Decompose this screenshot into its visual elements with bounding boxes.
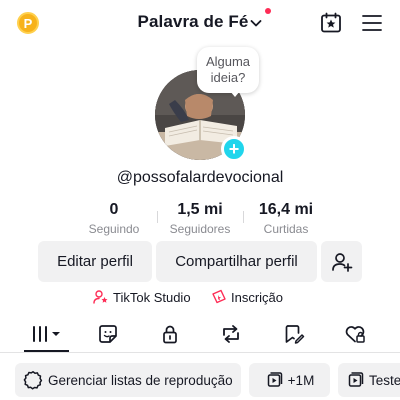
- subscription-ticket-icon: [212, 289, 226, 304]
- stat-followers-value: 1,5 mi: [177, 201, 223, 218]
- tiktok-studio-link[interactable]: TikTok Studio: [93, 289, 191, 305]
- chevron-down-icon: [251, 20, 262, 27]
- subscription-label: Inscrição: [231, 289, 284, 305]
- manage-playlists-label: Gerenciar listas de reprodução: [48, 372, 233, 388]
- tab-videos[interactable]: [28, 322, 66, 346]
- stickers-icon: [99, 325, 117, 343]
- lock-icon: [163, 325, 177, 344]
- notification-dot: [265, 8, 271, 14]
- stat-following-label: Seguindo: [88, 222, 140, 236]
- stat-divider: [243, 211, 244, 223]
- tabs-divider: [0, 352, 400, 353]
- tab-reposts[interactable]: [219, 322, 243, 346]
- tab-stickers[interactable]: [96, 322, 120, 346]
- stat-likes[interactable]: 16,4 mi Curtidas: [248, 201, 324, 236]
- bubble-tail: [230, 91, 240, 97]
- bubble-text-line-1: Alguma: [205, 54, 251, 69]
- tab-liked[interactable]: [343, 322, 367, 346]
- views-playlist-chip[interactable]: +1M: [249, 363, 330, 397]
- tab-saved[interactable]: [282, 322, 306, 346]
- videos-grid-icon: [33, 326, 60, 342]
- page-title: Palavra de Fé: [137, 12, 249, 31]
- add-friend-button[interactable]: [321, 241, 362, 282]
- studio-person-star-icon: [93, 290, 108, 304]
- test-playlist-chip[interactable]: Teste: [338, 363, 400, 397]
- menu-icon[interactable]: [362, 14, 382, 32]
- tab-private[interactable]: [158, 322, 182, 346]
- add-person-icon: [331, 252, 352, 272]
- stat-followers[interactable]: 1,5 mi Seguidores: [160, 201, 240, 236]
- manage-playlists-button[interactable]: Gerenciar listas de reprodução: [15, 363, 241, 397]
- gear-icon: [23, 371, 43, 390]
- edit-profile-button[interactable]: Editar perfil: [38, 241, 152, 282]
- username: @possofalardevocional: [116, 169, 284, 186]
- playlist-play-icon: [348, 372, 364, 387]
- subscription-link[interactable]: Inscrição: [211, 289, 283, 305]
- stat-following[interactable]: 0 Seguindo: [84, 201, 144, 236]
- stat-likes-value: 16,4 mi: [258, 201, 314, 218]
- stat-likes-label: Curtidas: [263, 222, 309, 236]
- liked-icon: [345, 326, 365, 343]
- bookmark-icon: [285, 325, 305, 344]
- bubble-text-line-2: ideia?: [210, 70, 246, 85]
- add-avatar-button[interactable]: +: [221, 136, 247, 162]
- views-playlist-label: +1M: [287, 372, 315, 388]
- idea-bubble[interactable]: Alguma ideia?: [197, 47, 259, 93]
- calendar-star-icon[interactable]: [320, 12, 342, 34]
- stat-followers-label: Seguidores: [169, 222, 231, 236]
- share-profile-button[interactable]: Compartilhar perfil: [156, 241, 317, 282]
- tiktok-studio-label: TikTok Studio: [113, 289, 191, 305]
- repost-icon: [223, 325, 239, 343]
- stat-divider: [157, 211, 158, 223]
- stat-following-value: 0: [109, 201, 119, 218]
- playlist-play-icon: [267, 372, 282, 387]
- test-playlist-label: Teste: [369, 372, 400, 388]
